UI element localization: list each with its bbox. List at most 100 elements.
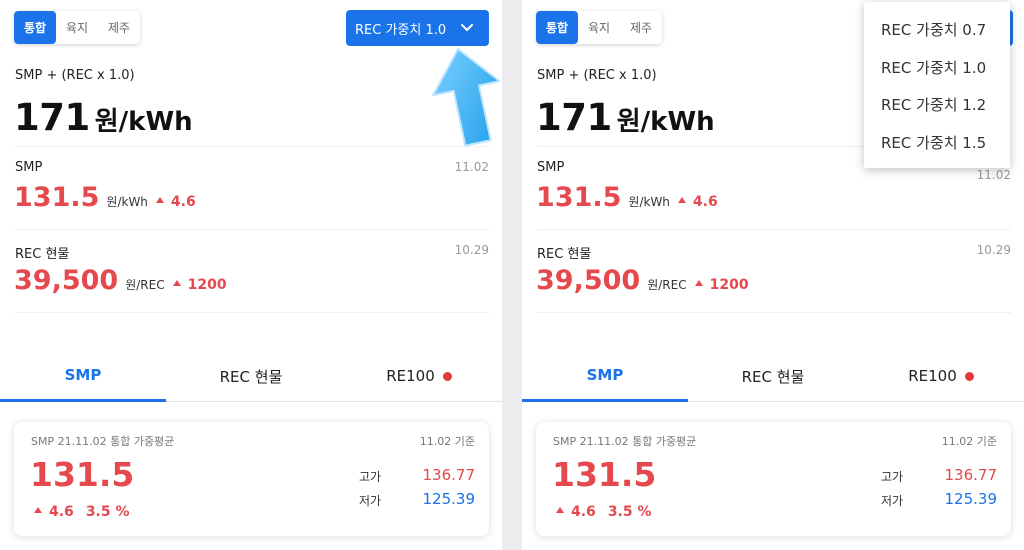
pointer-arrow-icon — [432, 48, 501, 147]
formula-label: SMP + (REC x 1.0) — [15, 68, 135, 83]
smp-value: 131.5 — [536, 182, 622, 213]
tab-rec-spot[interactable]: REC 현물 — [688, 350, 858, 402]
smp-unit: 원/kWh — [106, 195, 148, 209]
total-price: 171 원/kWh — [14, 96, 193, 139]
high-label: 고가 — [881, 470, 904, 484]
screenshot-root: 통합 육지 제주 REC 가중치 1.0 SMP + (REC x 1.0) 1… — [0, 0, 1024, 550]
rec-value: 39,500 — [536, 265, 641, 296]
divider — [15, 146, 489, 147]
card-value: 131.5 — [552, 455, 657, 494]
region-tab-combined[interactable]: 통합 — [14, 11, 56, 44]
up-triangle-icon — [34, 507, 42, 513]
up-triangle-icon — [172, 280, 181, 286]
rec-weight-button[interactable]: REC 가중치 1.0 — [346, 10, 489, 46]
divider — [15, 229, 489, 230]
rec-unit: 원/REC — [647, 278, 687, 292]
tab-re100-label: RE100 — [908, 367, 957, 385]
card-title: SMP 21.11.02 통합 가중평균 — [553, 435, 697, 448]
rec-change-value: 1200 — [187, 277, 227, 293]
rec-weight-dropdown: REC 가중치 0.7 REC 가중치 1.0 REC 가중치 1.2 REC … — [864, 2, 1010, 168]
smp-change-value: 4.6 — [170, 194, 196, 210]
tab-smp[interactable]: SMP — [0, 350, 166, 402]
smp-date: 11.02 — [976, 168, 1011, 182]
smp-change-value: 4.6 — [692, 194, 718, 210]
screen-before: 통합 육지 제주 REC 가중치 1.0 SMP + (REC x 1.0) 1… — [0, 0, 502, 550]
divider — [537, 312, 1011, 313]
total-price-value: 171 — [536, 96, 612, 139]
card-date: 11.02 기준 — [941, 435, 997, 448]
tab-re100-label: RE100 — [386, 367, 435, 385]
up-triangle-icon — [694, 280, 703, 286]
up-triangle-icon — [556, 507, 564, 513]
tab-rec-spot[interactable]: REC 현물 — [166, 350, 336, 402]
dropdown-option-0-7[interactable]: REC 가중치 0.7 — [864, 11, 1010, 49]
dropdown-option-1-5[interactable]: REC 가중치 1.5 — [864, 124, 1010, 162]
card-change-percent: 3.5 % — [607, 504, 652, 520]
divider — [15, 312, 489, 313]
card-change: 4.6 3.5 % — [34, 504, 130, 520]
region-selector: 통합 육지 제주 — [536, 11, 662, 44]
tab-smp[interactable]: SMP — [522, 350, 688, 402]
formula-label: SMP + (REC x 1.0) — [537, 68, 657, 83]
smp-value: 131.5 — [14, 182, 100, 213]
region-tab-jeju[interactable]: 제주 — [620, 11, 662, 44]
low-label: 저가 — [881, 494, 904, 508]
rec-weight-button-label: REC 가중치 1.0 — [355, 22, 447, 38]
card-title: SMP 21.11.02 통합 가중평균 — [31, 435, 175, 448]
total-price: 171 원/kWh — [536, 96, 715, 139]
smp-unit: 원/kWh — [628, 195, 670, 209]
up-triangle-icon — [677, 197, 686, 203]
rec-date: 10.29 — [976, 243, 1011, 257]
smp-summary-card: SMP 21.11.02 통합 가중평균 11.02 기준 131.5 4.6 3… — [14, 422, 489, 536]
card-change: 4.6 3.5 % — [556, 504, 652, 520]
smp-value-row: 131.5 원/kWh 4.6 — [14, 182, 196, 213]
total-price-unit: 원/kWh — [94, 107, 193, 137]
tab-re100[interactable]: RE100 — [336, 350, 502, 402]
region-selector: 통합 육지 제주 — [14, 11, 140, 44]
rec-label: REC 현물 — [537, 247, 592, 262]
rec-value: 39,500 — [14, 265, 119, 296]
rec-value-row: 39,500 원/REC 1200 — [536, 265, 749, 296]
total-price-unit: 원/kWh — [616, 107, 715, 137]
high-value: 136.77 — [422, 466, 476, 484]
smp-label: SMP — [15, 160, 43, 175]
rec-change: 1200 — [694, 277, 749, 293]
smp-value-row: 131.5 원/kWh 4.6 — [536, 182, 718, 213]
region-tab-combined[interactable]: 통합 — [536, 11, 578, 44]
card-change-value: 4.6 — [49, 504, 74, 520]
rec-change-value: 1200 — [709, 277, 749, 293]
screen-divider — [502, 0, 522, 550]
rec-label: REC 현물 — [15, 247, 70, 262]
chevron-down-icon — [461, 24, 473, 32]
high-label: 고가 — [359, 470, 382, 484]
dropdown-option-1-2[interactable]: REC 가중치 1.2 — [864, 86, 1010, 124]
market-tabs: SMP REC 현물 RE100 — [0, 350, 502, 402]
notification-dot-icon — [442, 371, 452, 381]
low-value: 125.39 — [944, 490, 998, 508]
smp-date: 11.02 — [454, 160, 489, 174]
card-change-value: 4.6 — [571, 504, 596, 520]
region-tab-jeju[interactable]: 제주 — [98, 11, 140, 44]
rec-change: 1200 — [172, 277, 227, 293]
card-value: 131.5 — [30, 455, 135, 494]
smp-change: 4.6 — [155, 194, 196, 210]
rec-date: 10.29 — [454, 243, 489, 257]
smp-summary-card: SMP 21.11.02 통합 가중평균 11.02 기준 131.5 4.6 3… — [536, 422, 1011, 536]
card-date: 11.02 기준 — [419, 435, 475, 448]
region-tab-mainland[interactable]: 육지 — [578, 11, 620, 44]
low-value: 125.39 — [422, 490, 476, 508]
notification-dot-icon — [964, 371, 974, 381]
total-price-value: 171 — [14, 96, 90, 139]
tab-re100[interactable]: RE100 — [858, 350, 1024, 402]
smp-change: 4.6 — [677, 194, 718, 210]
divider — [537, 229, 1011, 230]
region-tab-mainland[interactable]: 육지 — [56, 11, 98, 44]
dropdown-option-1-0[interactable]: REC 가중치 1.0 — [864, 49, 1010, 87]
rec-unit: 원/REC — [125, 278, 165, 292]
up-triangle-icon — [155, 197, 164, 203]
smp-label: SMP — [537, 160, 565, 175]
high-value: 136.77 — [944, 466, 998, 484]
rec-value-row: 39,500 원/REC 1200 — [14, 265, 227, 296]
low-label: 저가 — [359, 494, 382, 508]
market-tabs: SMP REC 현물 RE100 — [522, 350, 1024, 402]
